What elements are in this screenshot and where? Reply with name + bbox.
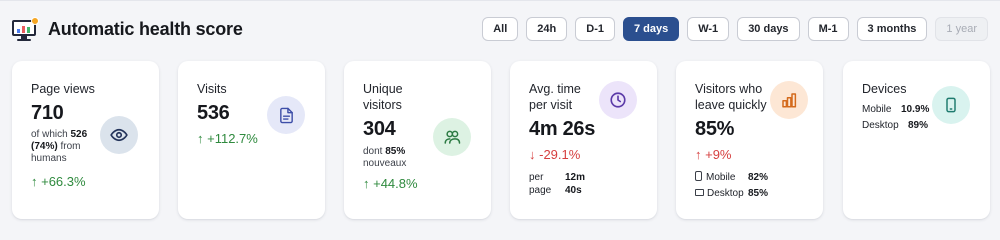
card-title: Page views bbox=[31, 82, 95, 96]
range-30-days-button[interactable]: 30 days bbox=[737, 17, 800, 41]
unique-visitors-value: 304 bbox=[363, 118, 396, 140]
header: Automatic health score bbox=[12, 14, 243, 44]
desktop-icon bbox=[695, 189, 704, 196]
range-m-1-button[interactable]: M-1 bbox=[807, 17, 849, 41]
per-page-label: per page bbox=[529, 172, 552, 196]
document-icon bbox=[267, 96, 305, 134]
eye-icon bbox=[100, 116, 138, 154]
visits-delta: ↑ +112.7% bbox=[197, 131, 258, 146]
devices-card[interactable]: Devices Mobile 10.9% Desktop 89% bbox=[843, 61, 990, 219]
unique-visitors-card[interactable]: Unique visitors 304 dont 85% nouveaux ↑ +… bbox=[344, 61, 491, 219]
per-page-value: 12m 40s bbox=[565, 172, 586, 196]
range-24h-button[interactable]: 24h bbox=[526, 17, 568, 41]
range-3-months-button[interactable]: 3 months bbox=[856, 17, 928, 41]
devices-mobile-value: 10.9% bbox=[901, 104, 930, 115]
smartphone-icon bbox=[932, 86, 970, 124]
clock-icon bbox=[599, 81, 637, 119]
bounce-mobile-row: Mobile bbox=[695, 171, 735, 184]
page-views-card[interactable]: Page views 710 of which 526 (74%) from h… bbox=[12, 61, 159, 219]
top-divider bbox=[0, 0, 1000, 1]
avg-time-value: 4m 26s bbox=[529, 118, 596, 140]
card-title: Avg. time per visit bbox=[529, 82, 581, 112]
range-w-1-button[interactable]: W-1 bbox=[687, 17, 730, 41]
bounce-desktop-value: 85% bbox=[748, 188, 769, 199]
bounce-value: 85% bbox=[695, 118, 735, 140]
page-views-delta: ↑ +66.3% bbox=[31, 174, 86, 189]
smartphone-icon bbox=[695, 171, 702, 181]
page-views-subtext: of which 526 (74%) from humans bbox=[31, 129, 88, 164]
bounce-desktop-row: Desktop bbox=[695, 187, 744, 200]
range-d-1-button[interactable]: D-1 bbox=[575, 17, 615, 41]
time-range-selector: All 24h D-1 7 days W-1 30 days M-1 3 mon… bbox=[482, 17, 988, 41]
bounce-delta: ↑ +9% bbox=[695, 147, 732, 162]
page-views-value: 710 bbox=[31, 102, 64, 124]
range-1-year-button[interactable]: 1 year bbox=[935, 17, 988, 41]
bar-chart-icon bbox=[770, 81, 808, 119]
card-title: Visits bbox=[197, 82, 227, 96]
devices-mobile-label: Mobile bbox=[862, 104, 892, 115]
visits-card[interactable]: Visits 536 ↑ +112.7% bbox=[178, 61, 325, 219]
bounce-mobile-value: 82% bbox=[748, 172, 769, 183]
range-all-button[interactable]: All bbox=[482, 17, 519, 41]
card-title: Devices bbox=[862, 82, 907, 96]
range-7-days-button[interactable]: 7 days bbox=[622, 17, 680, 41]
monitor-chart-icon bbox=[12, 17, 39, 41]
unique-visitors-delta: ↑ +44.8% bbox=[363, 176, 418, 191]
users-icon bbox=[433, 118, 471, 156]
card-title: Visitors who leave quickly bbox=[695, 82, 767, 112]
page-title: Automatic health score bbox=[48, 18, 243, 39]
devices-desktop-value: 89% bbox=[908, 120, 929, 131]
bounce-card[interactable]: Visitors who leave quickly 85% ↑ +9% Mobi… bbox=[676, 61, 823, 219]
avg-time-card[interactable]: Avg. time per visit 4m 26s ↓ -29.1% per pa… bbox=[510, 61, 657, 219]
unique-visitors-subtext: dont 85% nouveaux bbox=[363, 146, 407, 169]
devices-desktop-label: Desktop bbox=[862, 120, 899, 131]
avg-time-delta: ↓ -29.1% bbox=[529, 147, 581, 162]
card-title: Unique visitors bbox=[363, 82, 403, 112]
visits-value: 536 bbox=[197, 102, 230, 124]
